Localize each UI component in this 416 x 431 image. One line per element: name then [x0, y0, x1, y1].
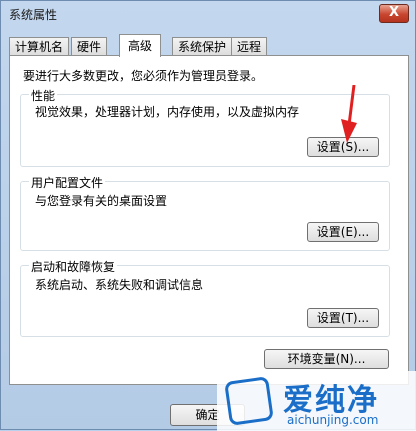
startup-recovery-desc: 系统启动、系统失败和调试信息 [35, 278, 204, 292]
watermark: 爱纯净 aichunjing.com [217, 371, 416, 431]
performance-group: 性能 视觉效果，处理器计划，内存使用，以及虚拟内存 设置(S)... [20, 87, 390, 167]
performance-desc: 视觉效果，处理器计划，内存使用，以及虚拟内存 [35, 105, 300, 119]
red-arrow-annotation [341, 85, 357, 143]
performance-title: 性能 [29, 87, 58, 104]
tab-remote[interactable]: 远程 [231, 37, 268, 56]
close-button[interactable]: X [379, 4, 409, 23]
window-title: 系统属性 [9, 8, 58, 22]
tab-hardware[interactable]: 硬件 [71, 37, 108, 56]
watermark-url: aichunjing.com [287, 413, 379, 427]
tab-system-protection[interactable]: 系统保护 [172, 37, 233, 56]
tab-advanced[interactable]: 高级 [119, 34, 162, 57]
startup-recovery-title: 启动和故障恢复 [29, 258, 118, 275]
startup-recovery-group: 启动和故障恢复 系统启动、系统失败和调试信息 设置(T)... [20, 258, 390, 337]
startup-recovery-settings-button[interactable]: 设置(T)... [307, 308, 379, 328]
watermark-logo-icon [224, 376, 274, 426]
environment-variables-button[interactable]: 环境变量(N)... [264, 349, 389, 369]
user-profile-group: 用户配置文件 与您登录有关的桌面设置 设置(E)... [20, 174, 390, 251]
user-profile-desc: 与您登录有关的桌面设置 [35, 194, 168, 208]
user-profile-settings-button[interactable]: 设置(E)... [307, 222, 379, 242]
system-properties-window: 系统属性 X 计算机名 硬件 高级 系统保护 远程 要进行大多数更改，您必须作为… [0, 0, 416, 431]
user-profile-title: 用户配置文件 [29, 174, 106, 191]
tab-computer-name[interactable]: 计算机名 [9, 37, 70, 56]
admin-notice: 要进行大多数更改，您必须作为管理员登录。 [23, 69, 264, 83]
title-bar: 系统属性 X [1, 1, 415, 27]
